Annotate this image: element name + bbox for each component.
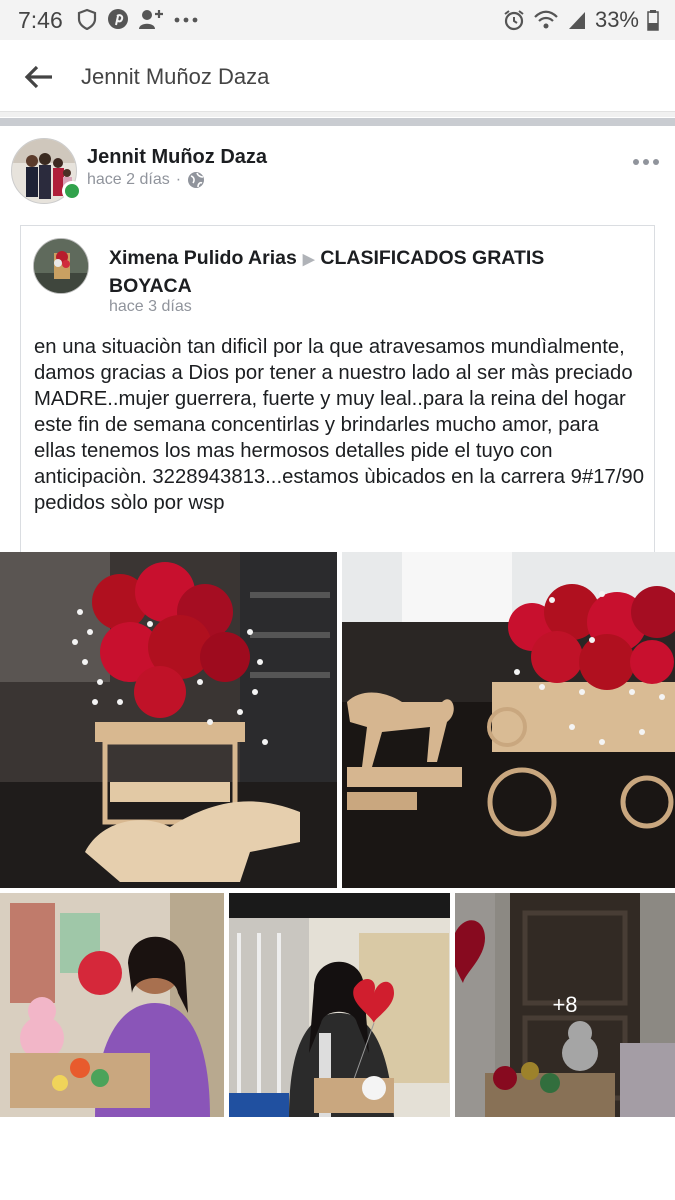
shared-author-name[interactable]: Ximena Pulido Arias — [109, 247, 297, 269]
shared-author-avatar[interactable] — [33, 238, 89, 294]
meta-separator: · — [175, 171, 182, 188]
post-meta: hace 2 días · — [87, 171, 205, 189]
post-photo-3[interactable] — [0, 893, 224, 1117]
shared-post-card[interactable]: Ximena Pulido Arias ▶ CLASIFICADOS GRATIS … — [20, 225, 655, 555]
dot — [643, 159, 649, 165]
top-nav-bar: Jennit Muñoz Daza — [0, 40, 675, 112]
vpn-shield-icon — [77, 8, 97, 30]
post-author-name[interactable]: Jennit Muñoz Daza — [87, 146, 267, 169]
online-status-indicator — [62, 181, 82, 201]
pinterest-icon — [108, 9, 128, 29]
more-dots-icon — [174, 17, 198, 23]
post-photo-5[interactable]: +8 — [455, 893, 675, 1117]
post-photo-1[interactable] — [0, 552, 337, 888]
divider — [0, 112, 675, 117]
more-photos-count[interactable]: +8 — [455, 893, 675, 1117]
status-time: 7:46 — [18, 7, 63, 33]
dot — [633, 159, 639, 165]
post-photo-4[interactable] — [229, 893, 450, 1117]
shared-post-text: en una situaciòn tan dificìl por la que … — [34, 336, 644, 514]
wifi-icon — [534, 10, 558, 29]
signal-icon — [568, 12, 585, 29]
post-photo-2[interactable] — [342, 552, 675, 888]
shared-post-title: Ximena Pulido Arias ▶ CLASIFICADOS GRATIS … — [109, 245, 629, 300]
alarm-icon — [504, 10, 524, 31]
shared-post-time[interactable]: hace 3 días — [109, 298, 192, 316]
feed-separator — [0, 118, 675, 126]
battery-icon — [647, 10, 659, 31]
post-options-button[interactable] — [631, 150, 661, 174]
battery-percent: 33% — [594, 7, 639, 32]
post-time[interactable]: hace 2 días — [87, 171, 170, 189]
person-add-icon — [139, 10, 163, 29]
status-bar: 7:46 33% — [0, 0, 675, 40]
page-title: Jennit Muñoz Daza — [81, 64, 270, 89]
dot — [653, 159, 659, 165]
share-arrow-icon: ▶ — [302, 251, 315, 268]
globe-icon — [188, 172, 205, 188]
arrow-left-icon[interactable] — [22, 60, 56, 94]
